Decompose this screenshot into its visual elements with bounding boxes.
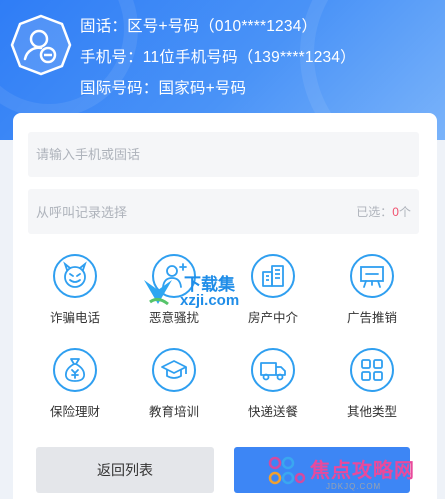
- phone-input[interactable]: [28, 132, 419, 177]
- billboard-icon: [350, 254, 394, 298]
- category-label: 广告推销: [346, 311, 397, 325]
- category-insurance[interactable]: 保险理财: [29, 348, 121, 420]
- category-real-estate[interactable]: 房产中介: [227, 254, 319, 326]
- category-fraud[interactable]: 诈骗电话: [29, 254, 121, 326]
- user-block-icon: [10, 14, 72, 76]
- category-harass[interactable]: 恶意骚扰: [128, 254, 220, 326]
- money-bag-icon: [53, 348, 97, 392]
- format-landline: 固话：区号+号码（010****1234）: [80, 18, 318, 35]
- buildings-icon: [251, 254, 295, 298]
- format-international: 国际号码：国家码+号码: [80, 80, 247, 97]
- category-label: 教育培训: [148, 405, 199, 419]
- category-other[interactable]: 其他类型: [326, 348, 418, 420]
- category-education[interactable]: 教育培训: [128, 348, 220, 420]
- call-history-label: 从呼叫记录选择: [36, 205, 128, 220]
- harass-person-icon: [152, 254, 196, 298]
- grid-icon: [350, 348, 394, 392]
- delivery-truck-icon: [251, 348, 295, 392]
- selected-count: 已选：0个: [356, 205, 411, 219]
- category-label: 诈骗电话: [49, 311, 100, 325]
- devil-face-icon: [53, 254, 97, 298]
- confirm-button[interactable]: [234, 447, 410, 493]
- category-label: 其他类型: [346, 405, 397, 419]
- format-mobile: 手机号：11位手机号码（139****1234）: [80, 49, 356, 66]
- category-label: 房产中介: [247, 311, 298, 325]
- category-delivery[interactable]: 快递送餐: [227, 348, 319, 420]
- category-advertising[interactable]: 广告推销: [326, 254, 418, 326]
- back-to-list-button[interactable]: 返回列表: [36, 447, 214, 493]
- category-label: 快递送餐: [247, 405, 298, 419]
- category-label: 恶意骚扰: [148, 311, 199, 325]
- category-label: 保险理财: [49, 405, 100, 419]
- call-history-select[interactable]: 从呼叫记录选择 已选：0个: [28, 189, 419, 234]
- graduation-cap-icon: [152, 348, 196, 392]
